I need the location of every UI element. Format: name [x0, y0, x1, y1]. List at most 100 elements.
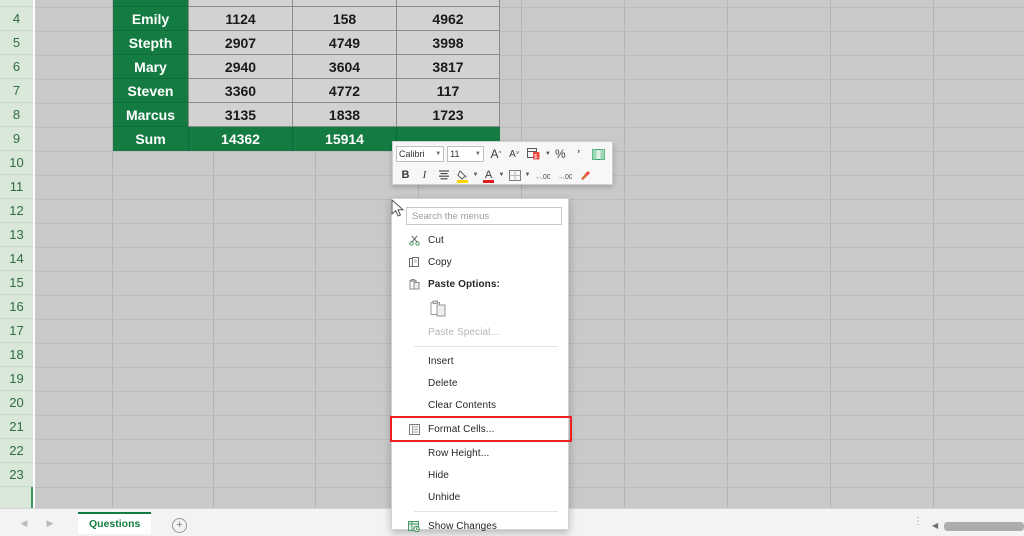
row-header-5[interactable]: 5: [0, 31, 33, 55]
row-header-8[interactable]: 8: [0, 103, 33, 127]
accounting-number-format-button[interactable]: $: [524, 146, 543, 163]
row-header-13[interactable]: 13: [0, 223, 33, 247]
table-cell-name[interactable]: Steven: [113, 79, 188, 103]
table-cell-name[interactable]: Marcus: [113, 103, 188, 127]
menu-item-copy[interactable]: Copy: [392, 251, 568, 273]
borders-button[interactable]: [506, 167, 523, 184]
table-cell-value[interactable]: 3817: [396, 55, 500, 79]
table-cell-value[interactable]: 3998: [396, 31, 500, 55]
search-menus-input[interactable]: Search the menus: [406, 207, 562, 225]
row-header-10[interactable]: 10: [0, 151, 33, 175]
table-cell-name[interactable]: Sum: [113, 127, 188, 151]
table-cell-value[interactable]: 793: [292, 0, 396, 7]
scroll-left-arrow-icon[interactable]: ◀: [932, 521, 938, 530]
row-header-6[interactable]: 6: [0, 55, 33, 79]
row-header-20[interactable]: 20: [0, 391, 33, 415]
next-sheet-button[interactable]: ▶: [44, 517, 56, 529]
chevron-down-icon[interactable]: ▼: [498, 172, 505, 178]
previous-sheet-button[interactable]: ◀: [18, 517, 30, 529]
table-cell-value[interactable]: 117: [396, 79, 500, 103]
table-cell-name[interactable]: Stepth: [113, 31, 188, 55]
menu-item-cut[interactable]: Cut: [392, 229, 568, 251]
sheet-tab-questions[interactable]: Questions: [78, 512, 152, 534]
table-cell-name[interactable]: Emily: [113, 7, 188, 31]
row-header-23[interactable]: 23: [0, 463, 33, 487]
menu-item-row-height[interactable]: Row Height...: [392, 442, 568, 464]
add-sheet-button[interactable]: +: [172, 518, 187, 533]
table-row[interactable]: Stepth 2907 4749 3998: [113, 31, 502, 55]
row-header-12[interactable]: 12: [0, 199, 33, 223]
increase-font-size-button[interactable]: A ^: [488, 146, 504, 163]
table-cell-value[interactable]: 3360: [188, 79, 292, 103]
menu-item-delete[interactable]: Delete: [392, 372, 568, 394]
bold-button[interactable]: B: [397, 167, 414, 184]
row-header-16[interactable]: 16: [0, 295, 33, 319]
row-header-17[interactable]: 17: [0, 319, 33, 343]
row-header-3[interactable]: 3: [0, 0, 33, 7]
menu-item-insert[interactable]: Insert: [392, 350, 568, 372]
table-cell-value[interactable]: 158: [292, 7, 396, 31]
comma-style-button[interactable]: ’: [571, 146, 587, 163]
chevron-down-icon[interactable]: ▼: [524, 172, 531, 178]
table-row[interactable]: Emily 1124 158 4962: [113, 7, 502, 31]
percent-style-button[interactable]: %: [552, 146, 568, 163]
more-options-icon[interactable]: ⋮: [913, 517, 923, 527]
row-header-18[interactable]: 18: [0, 343, 33, 367]
table-row[interactable]: Mary 2940 3604 3817: [113, 55, 502, 79]
row-header-9[interactable]: 9: [0, 127, 33, 151]
table-row[interactable]: Natalie8967934426: [113, 0, 502, 7]
horizontal-scrollbar-thumb[interactable]: [944, 522, 1024, 531]
table-cell-value[interactable]: 14362: [188, 127, 292, 151]
font-color-button[interactable]: A: [480, 167, 497, 184]
horizontal-scrollbar-track[interactable]: [944, 522, 1024, 531]
row-header-4[interactable]: 4: [0, 7, 33, 31]
format-painter-button[interactable]: [576, 167, 593, 184]
table-cell-value[interactable]: 2940: [188, 55, 292, 79]
row-header-15[interactable]: 15: [0, 271, 33, 295]
menu-item-format-cells[interactable]: Format Cells...: [390, 416, 572, 442]
fill-color-button[interactable]: [454, 167, 471, 184]
paste-option-keep-source-formatting-button[interactable]: [392, 295, 568, 321]
row-header-14[interactable]: 14: [0, 247, 33, 271]
table-cell-value[interactable]: 1124: [188, 7, 292, 31]
font-size-combo[interactable]: 11 ▼: [447, 146, 484, 162]
decrease-font-size-button[interactable]: A ˅: [506, 146, 522, 163]
table-cell-value[interactable]: 4962: [396, 7, 500, 31]
table-cell-name[interactable]: Natalie: [113, 0, 188, 7]
decrease-decimal-button[interactable]: → .00: [554, 167, 574, 184]
cell-context-menu[interactable]: Search the menus Cut Copy Paste Options: Pa…: [390, 198, 572, 532]
data-table[interactable]: Natalie8967934426Emily11241584962Stepth2…: [113, 0, 502, 151]
row-header-22[interactable]: 22: [0, 439, 33, 463]
mini-formatting-toolbar[interactable]: Calibri ▼ 11 ▼ A ^ A ˅ $ ▼ % ’ B I ▼ A ▼…: [392, 141, 613, 185]
table-row[interactable]: Steven 3360 4772 117: [113, 79, 502, 103]
table-cell-value[interactable]: 896: [188, 0, 292, 7]
row-header-19[interactable]: 19: [0, 367, 33, 391]
chevron-down-icon[interactable]: ▼: [472, 172, 479, 178]
menu-item-show-changes[interactable]: Show Changes: [392, 515, 568, 536]
menu-item-clear-contents[interactable]: Clear Contents: [392, 394, 568, 416]
menu-item-unhide[interactable]: Unhide: [392, 486, 568, 508]
table-cell-value[interactable]: 15914: [292, 127, 396, 151]
table-cell-name[interactable]: Mary: [113, 55, 188, 79]
row-header-11[interactable]: 11: [0, 175, 33, 199]
increase-decimal-button[interactable]: ← .00: [532, 167, 552, 184]
table-cell-value[interactable]: 1723: [396, 103, 500, 127]
row-header-21[interactable]: 21: [0, 415, 33, 439]
table-row[interactable]: Marcus 3135 1838 1723: [113, 103, 502, 127]
table-cell-value[interactable]: 4772: [292, 79, 396, 103]
center-align-button[interactable]: [435, 167, 452, 184]
table-cell-value[interactable]: 4749: [292, 31, 396, 55]
menu-item-paste-options[interactable]: Paste Options:: [392, 273, 568, 295]
row-header-7[interactable]: 7: [0, 79, 33, 103]
italic-button[interactable]: I: [416, 167, 433, 184]
menu-item-hide[interactable]: Hide: [392, 464, 568, 486]
conditional-formatting-button[interactable]: [589, 146, 608, 163]
table-cell-value[interactable]: 3135: [188, 103, 292, 127]
font-name-combo[interactable]: Calibri ▼: [396, 146, 445, 162]
table-cell-value[interactable]: 1838: [292, 103, 396, 127]
row-header-column[interactable]: 4 5 6 7 8 9 10 11 12 13 14 15 16 17 18 19 20 21 22 23 3: [0, 0, 33, 508]
table-cell-value[interactable]: 4426: [396, 0, 500, 7]
table-cell-value[interactable]: 2907: [188, 31, 292, 55]
context-menu-item-list[interactable]: Cut Copy Paste Options: Paste Special... Ins…: [390, 229, 572, 536]
table-cell-value[interactable]: 3604: [292, 55, 396, 79]
